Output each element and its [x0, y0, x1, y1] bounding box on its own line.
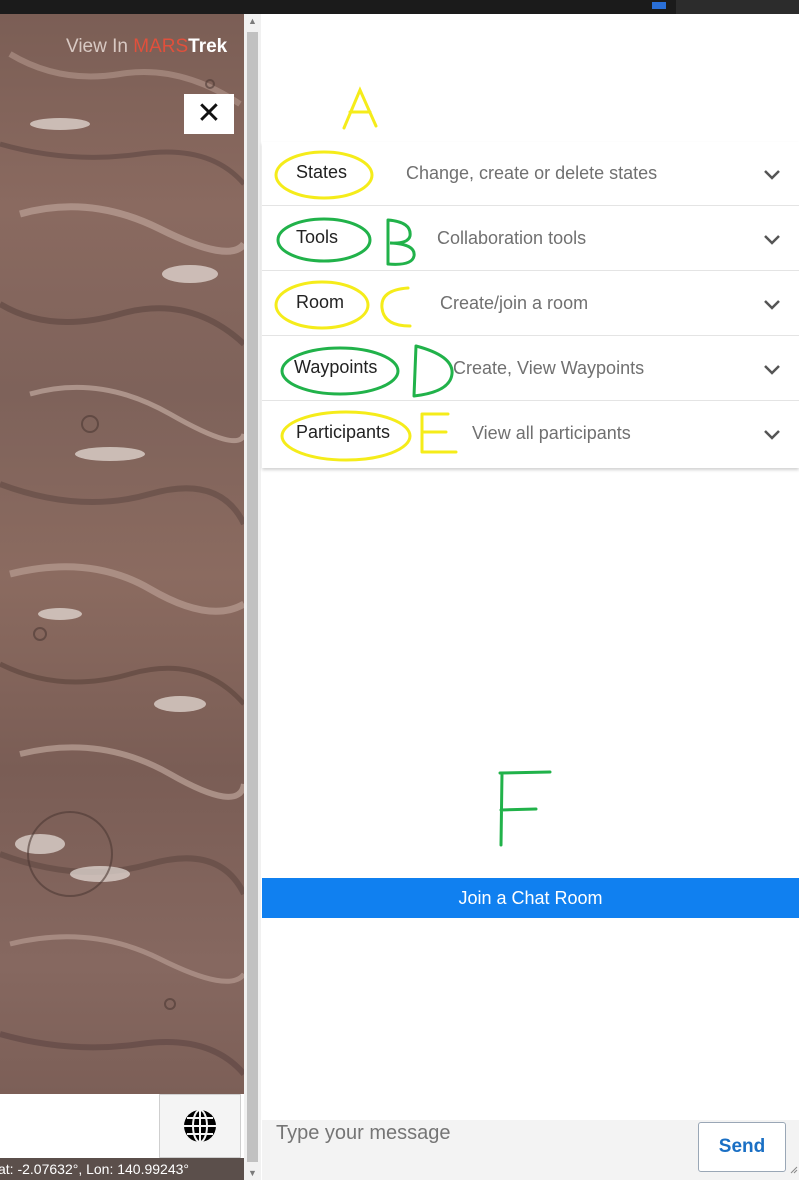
chevron-down-icon[interactable] [762, 297, 782, 311]
resize-handle-icon[interactable] [788, 1164, 798, 1174]
accordion-item-room[interactable]: Room Create/join a room [262, 272, 799, 336]
accordion-item-label: Participants [296, 422, 391, 442]
chevron-down-icon[interactable] [762, 427, 782, 441]
top-bar-right [676, 0, 799, 14]
top-bar-mark [652, 2, 666, 9]
marstrek-brand-mars: MARS [133, 36, 189, 57]
accordion-item-description: Create/join a room [440, 293, 589, 313]
scroll-up-icon[interactable]: ▲ [244, 14, 261, 28]
scroll-down-icon[interactable]: ▼ [244, 1166, 261, 1180]
join-chat-room-button[interactable]: Join a Chat Room [262, 878, 799, 918]
accordion-item-participants[interactable]: Participants View all participants [262, 402, 799, 466]
accordion-item-description: Create, View Waypoints [453, 358, 645, 378]
terrain-texture [0, 51, 244, 1076]
coordinates-readout: at: -2.07632°, Lon: 140.99243° [0, 1158, 244, 1180]
accordion-item-states[interactable]: States Change, create or delete states [262, 142, 799, 206]
accordion-item-description: View all participants [472, 423, 631, 443]
message-input[interactable] [276, 1120, 696, 1146]
scrollbar[interactable]: ▲ ▼ [244, 14, 261, 1180]
accordion-item-description: Change, create or delete states [406, 163, 658, 183]
accordion-item-label: States [296, 162, 348, 182]
marstrek-brand-trek: Trek [188, 36, 228, 57]
chevron-down-icon[interactable] [762, 232, 782, 246]
accordion-item-label: Tools [296, 227, 339, 247]
scrollbar-thumb[interactable] [247, 32, 258, 1162]
chevron-down-icon[interactable] [762, 167, 782, 181]
accordion-item-description: Collaboration tools [437, 228, 587, 248]
close-icon[interactable]: ✕ [184, 94, 234, 134]
collaboration-accordion: States Change, create or delete states T… [262, 142, 799, 468]
send-button[interactable]: Send [698, 1122, 786, 1172]
globe-icon [184, 1109, 216, 1143]
message-composer: Send [262, 1120, 799, 1180]
annotation-letter-f [498, 770, 552, 847]
accordion-item-label: Waypoints [294, 357, 378, 377]
globe-button[interactable] [159, 1094, 241, 1158]
view-in-prefix: View In [66, 36, 134, 57]
annotation-letter-a [342, 86, 378, 130]
accordion-item-tools[interactable]: Tools Collaboration tools [262, 207, 799, 271]
top-bar [0, 0, 799, 14]
view-in-marstrek-link[interactable]: View In MARSTrek [66, 36, 227, 58]
mars-map[interactable]: View In MARSTrek ✕ [0, 14, 244, 1094]
chevron-down-icon[interactable] [762, 362, 782, 376]
accordion-item-label: Room [296, 292, 345, 312]
accordion-item-waypoints[interactable]: Waypoints Create, View Waypoints [262, 337, 799, 401]
